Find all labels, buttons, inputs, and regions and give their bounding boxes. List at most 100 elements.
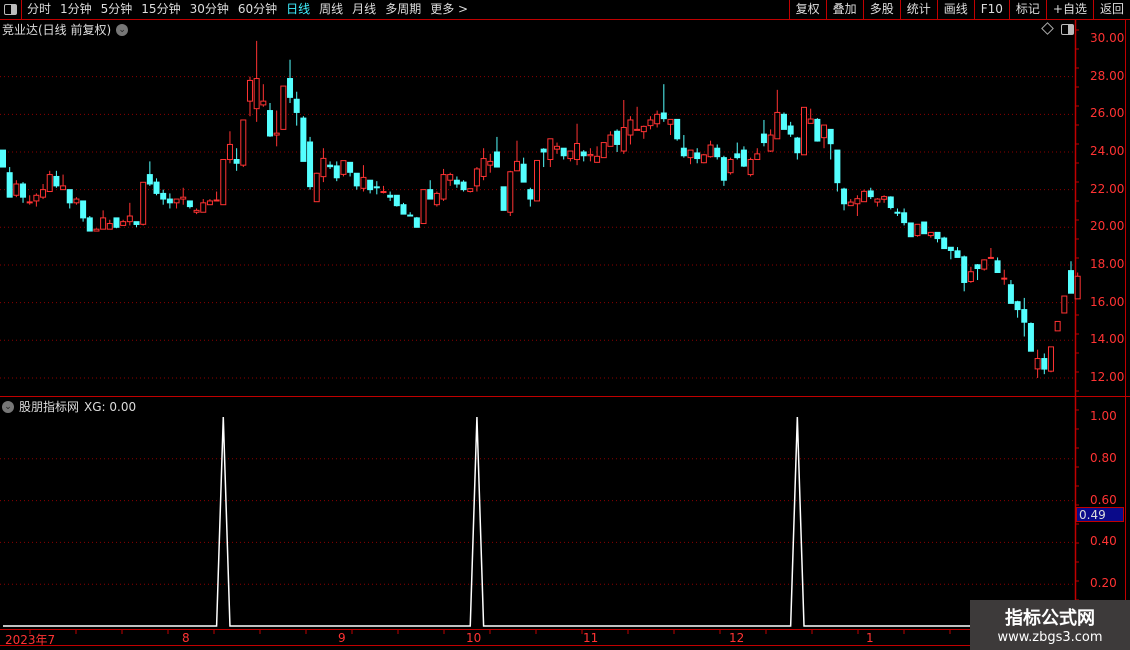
candle-down bbox=[333, 165, 340, 179]
candle-down bbox=[540, 148, 547, 153]
candle-up bbox=[467, 188, 474, 193]
chart-canvas[interactable] bbox=[0, 0, 1130, 650]
candle-up bbox=[1074, 275, 1081, 300]
period-tab[interactable]: 月线 bbox=[352, 0, 376, 19]
candle-up bbox=[700, 154, 707, 164]
price-tick-label: 18.00 bbox=[1090, 256, 1125, 271]
candle-down bbox=[493, 151, 500, 168]
toolbar-button[interactable]: 叠加 bbox=[825, 0, 863, 19]
period-tab[interactable]: 1分钟 bbox=[60, 0, 92, 19]
candle-down bbox=[500, 186, 507, 211]
candle-down bbox=[133, 221, 140, 225]
candle-down bbox=[166, 198, 173, 204]
candle-down bbox=[921, 221, 928, 235]
candle-down bbox=[714, 147, 721, 158]
candle-down bbox=[674, 118, 681, 140]
candle-up bbox=[313, 172, 320, 203]
panel-toggle-icon bbox=[4, 4, 17, 15]
candle-up bbox=[821, 124, 828, 139]
price-tick-label: 24.00 bbox=[1090, 143, 1125, 158]
toolbar-button[interactable]: 复权 bbox=[788, 0, 826, 19]
candle-up bbox=[433, 192, 440, 206]
candle-down bbox=[86, 217, 93, 232]
xg-line bbox=[3, 416, 1078, 627]
candle-up bbox=[26, 201, 33, 204]
toolbar-button[interactable]: 统计 bbox=[899, 0, 937, 19]
candle-down bbox=[814, 118, 821, 142]
candle-up bbox=[120, 221, 127, 226]
panel-toggle-button[interactable] bbox=[0, 0, 22, 19]
candle-up bbox=[874, 198, 881, 203]
time-axis-label: 12 bbox=[729, 631, 745, 645]
candle-down bbox=[347, 161, 354, 173]
candle-up bbox=[193, 209, 200, 213]
candle-down bbox=[20, 183, 27, 198]
period-tab[interactable]: 更多 > bbox=[430, 0, 468, 19]
candle-up bbox=[320, 157, 327, 178]
candle-down bbox=[1007, 284, 1014, 304]
candle-up bbox=[220, 159, 227, 206]
candle-up bbox=[600, 142, 607, 159]
candle-up bbox=[126, 215, 133, 223]
layout-toggle-button[interactable] bbox=[1061, 24, 1074, 35]
candle-up bbox=[473, 168, 480, 187]
candle-down bbox=[293, 98, 300, 113]
indicator-name: 股朋指标网 bbox=[19, 400, 80, 414]
candle-up bbox=[881, 196, 888, 200]
watermark-name: 指标公式网 bbox=[1005, 608, 1095, 629]
candle-down bbox=[367, 179, 374, 191]
period-tab[interactable]: 分时 bbox=[27, 0, 51, 19]
period-tab[interactable]: 60分钟 bbox=[238, 0, 277, 19]
chevron-down-icon[interactable]: ⌄ bbox=[116, 23, 129, 36]
candle-down bbox=[901, 212, 908, 224]
indicator-title: ⌄ 股朋指标网 XG: 0.00 bbox=[2, 398, 136, 415]
candle-up bbox=[707, 144, 714, 158]
watermark-url: www.zbgs3.com bbox=[997, 630, 1103, 645]
watermark: 指标公式网 www.zbgs3.com bbox=[970, 600, 1130, 650]
candle-down bbox=[934, 231, 941, 240]
period-tab[interactable]: 5分钟 bbox=[101, 0, 133, 19]
period-tab[interactable]: 多周期 bbox=[385, 0, 421, 19]
candle-up bbox=[647, 119, 654, 127]
toolbar-button[interactable]: F10 bbox=[973, 0, 1009, 19]
candle-down bbox=[954, 250, 961, 258]
candle-down bbox=[287, 78, 294, 98]
toolbar-button[interactable]: 多股 bbox=[862, 0, 900, 19]
chevron-down-icon[interactable]: ⌄ bbox=[2, 400, 14, 413]
period-tab[interactable]: 30分钟 bbox=[190, 0, 229, 19]
candle-up bbox=[60, 185, 67, 191]
candle-down bbox=[694, 152, 701, 160]
layout-toggle-icon bbox=[1061, 24, 1074, 35]
candle-down bbox=[794, 137, 801, 154]
candle-up bbox=[40, 189, 47, 198]
toolbar-button[interactable]: +自选 bbox=[1045, 0, 1093, 19]
candle-down bbox=[307, 141, 314, 188]
time-axis-label: 10 bbox=[466, 631, 482, 645]
candle-up bbox=[914, 223, 921, 237]
candle-down bbox=[580, 151, 587, 157]
candle-down bbox=[660, 112, 667, 120]
toolbar-button[interactable]: 返回 bbox=[1092, 0, 1130, 19]
candle-up bbox=[754, 153, 761, 161]
candle-up bbox=[861, 190, 868, 203]
period-tab[interactable]: 15分钟 bbox=[141, 0, 180, 19]
candle-up bbox=[487, 160, 494, 166]
indicator-tick-label: 0.60 bbox=[1090, 492, 1117, 507]
candle-up bbox=[173, 198, 180, 204]
period-tab[interactable]: 周线 bbox=[319, 0, 343, 19]
candle-up bbox=[567, 150, 574, 160]
period-tab[interactable]: 日线 bbox=[286, 0, 310, 19]
candle-up bbox=[206, 200, 213, 206]
toolbar-button[interactable]: 标记 bbox=[1008, 0, 1046, 19]
candle-up bbox=[1061, 295, 1068, 314]
price-tick-label: 20.00 bbox=[1090, 219, 1125, 234]
candle-down bbox=[834, 149, 841, 184]
candle-up bbox=[200, 202, 207, 213]
candle-down bbox=[300, 117, 307, 162]
toolbar-button[interactable]: 画线 bbox=[936, 0, 974, 19]
candle-down bbox=[6, 172, 13, 198]
candle-down bbox=[560, 147, 567, 157]
candle-up bbox=[801, 106, 807, 156]
candle-up bbox=[260, 100, 267, 106]
candle-down bbox=[427, 189, 434, 200]
